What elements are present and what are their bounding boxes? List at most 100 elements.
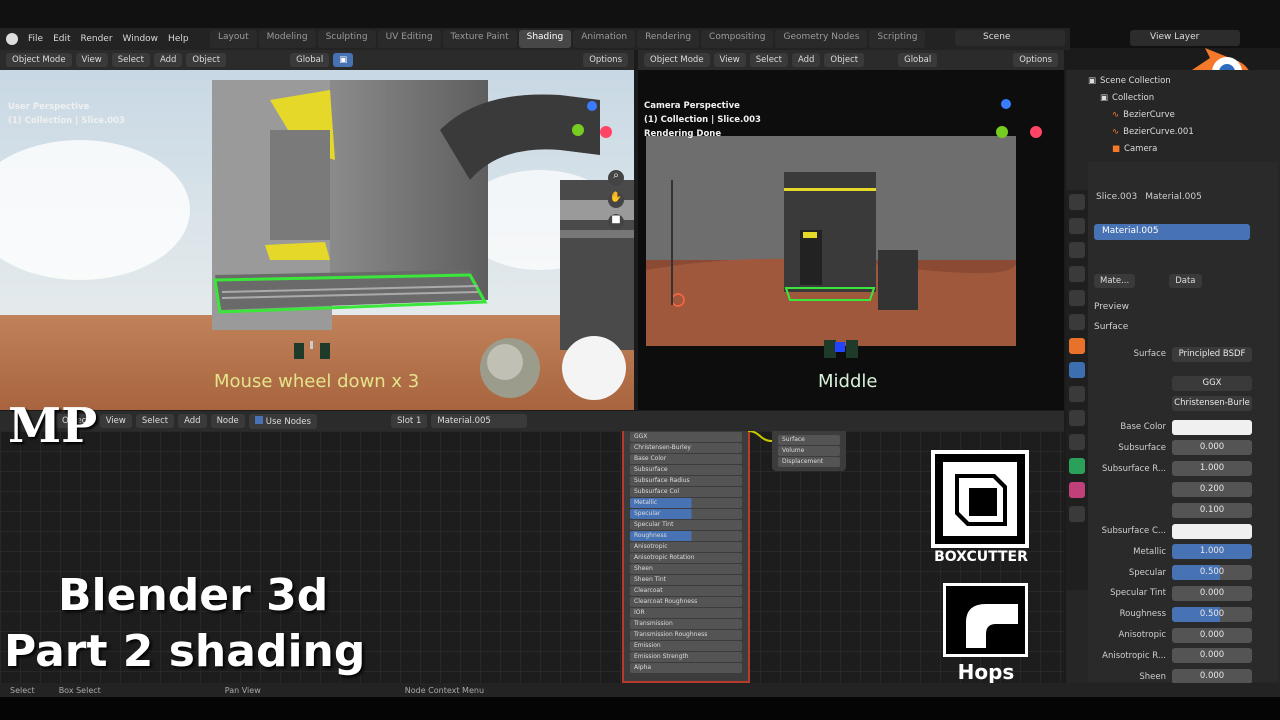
bsdf-socket-row[interactable]: Subsurface <box>630 465 742 475</box>
outliner-item[interactable]: ■ Camera <box>1088 140 1278 157</box>
property-value-field[interactable]: 0.500 <box>1172 565 1252 581</box>
menu-file[interactable]: File <box>28 34 43 44</box>
tab-scripting[interactable]: Scripting <box>869 30 926 48</box>
property-value-field[interactable] <box>1172 419 1252 435</box>
tab-shading[interactable]: Shading <box>518 30 572 48</box>
surface-shader-field[interactable]: Principled BSDF <box>1172 346 1252 362</box>
bsdf-socket-row[interactable]: Subsurface Col <box>630 487 742 497</box>
outliner-item[interactable]: ∿ BezierCurve.001 <box>1088 123 1278 140</box>
subsurface-method-dropdown[interactable]: Christensen-Burle <box>1172 395 1252 411</box>
scene-selector[interactable]: Scene <box>955 30 1065 46</box>
use-nodes-checkbox[interactable]: Use Nodes <box>248 413 317 429</box>
outliner-collection[interactable]: ▣ Collection <box>1088 89 1278 106</box>
tab-sculpting[interactable]: Sculpting <box>317 30 376 48</box>
constraints-tab-icon[interactable] <box>1069 434 1085 450</box>
property-value-field[interactable]: 0.000 <box>1172 440 1252 456</box>
orientation-dropdown[interactable]: Global <box>898 53 938 67</box>
tab-layout[interactable]: Layout <box>210 30 257 48</box>
options-dropdown[interactable]: Options <box>1013 53 1058 67</box>
bsdf-socket-row[interactable]: Specular Tint <box>630 520 742 530</box>
select-tool-icon[interactable]: ▣ <box>333 53 354 67</box>
bsdf-socket-row[interactable]: Subsurface Radius <box>630 476 742 486</box>
bsdf-socket-row[interactable]: Christensen-Burley <box>630 443 742 453</box>
bsdf-socket-row[interactable]: Sheen <box>630 564 742 574</box>
camera-icon[interactable]: ■ <box>608 214 624 230</box>
bsdf-socket-row[interactable]: IOR <box>630 608 742 618</box>
property-value-field[interactable]: 1.000 <box>1172 544 1252 560</box>
bsdf-socket-row[interactable]: Transmission Roughness <box>630 630 742 640</box>
pan-hand-icon[interactable]: ✋ <box>608 192 624 208</box>
bsdf-socket-row[interactable]: Metallic <box>630 498 742 508</box>
output-socket-volume[interactable]: Volume <box>778 446 840 456</box>
property-value-field[interactable]: 0.000 <box>1172 648 1252 664</box>
material-output-node[interactable]: Surface Volume Displacement <box>772 431 846 471</box>
principled-bsdf-node[interactable]: GGX Christensen-Burley Base Color Subsurfac… <box>622 431 750 683</box>
context-material[interactable]: Material.005 <box>1145 192 1202 202</box>
bsdf-socket-row[interactable]: Emission Strength <box>630 652 742 662</box>
particles-tab-icon[interactable] <box>1069 386 1085 402</box>
viewport-right[interactable]: Camera Perspective (1) Collection | Slic… <box>638 70 1064 410</box>
bsdf-socket-row[interactable]: Base Color <box>630 454 742 464</box>
bsdf-socket-row[interactable]: GGX <box>630 432 742 442</box>
bsdf-socket-row[interactable]: Anisotropic <box>630 542 742 552</box>
material-name-field[interactable]: Mate... <box>1094 274 1136 288</box>
modifier-tab-icon[interactable] <box>1069 362 1085 378</box>
bsdf-socket-row[interactable]: Alpha <box>630 663 742 673</box>
context-object[interactable]: Slice.003 <box>1096 192 1137 202</box>
outliner-scene-collection[interactable]: ▣ Scene Collection <box>1088 72 1278 89</box>
menu-render[interactable]: Render <box>81 34 113 44</box>
add-menu[interactable]: Add <box>153 53 183 67</box>
tab-uv-editing[interactable]: UV Editing <box>377 30 441 48</box>
view-menu[interactable]: View <box>75 53 108 67</box>
add-menu[interactable]: Add <box>791 53 821 67</box>
select-menu[interactable]: Select <box>111 53 150 67</box>
preview-panel[interactable]: Preview <box>1094 302 1129 312</box>
tab-compositing[interactable]: Compositing <box>701 30 774 48</box>
texture-tab-icon[interactable] <box>1069 506 1085 522</box>
output-tab-icon[interactable] <box>1069 242 1085 258</box>
scene-tab-icon[interactable] <box>1069 290 1085 306</box>
bsdf-socket-row[interactable]: Anisotropic Rotation <box>630 553 742 563</box>
property-value-field[interactable]: 0.000 <box>1172 627 1252 643</box>
output-socket-displacement[interactable]: Displacement <box>778 457 840 467</box>
property-value-field[interactable]: 1.000 <box>1172 461 1252 477</box>
render-tab-icon[interactable] <box>1069 218 1085 234</box>
slot-dropdown[interactable]: Slot 1 <box>390 414 428 428</box>
tab-animation[interactable]: Animation <box>573 30 636 48</box>
view-layer-tab-icon[interactable] <box>1069 266 1085 282</box>
property-value-field[interactable]: 0.000 <box>1172 669 1252 685</box>
tab-texture-paint[interactable]: Texture Paint <box>442 30 517 48</box>
object-menu[interactable]: Object <box>186 53 227 67</box>
select-menu[interactable]: Select <box>135 414 175 428</box>
material-tab-icon[interactable] <box>1069 482 1085 498</box>
property-value-field[interactable] <box>1172 523 1252 539</box>
bsdf-socket-row[interactable]: Specular <box>630 509 742 519</box>
orientation-dropdown[interactable]: Global <box>290 53 330 67</box>
bsdf-socket-row[interactable]: Sheen Tint <box>630 575 742 585</box>
output-socket-surface[interactable]: Surface <box>778 435 840 445</box>
tab-modeling[interactable]: Modeling <box>258 30 316 48</box>
bsdf-socket-row[interactable]: Transmission <box>630 619 742 629</box>
options-dropdown[interactable]: Options <box>583 53 628 67</box>
blender-logo-icon[interactable] <box>6 33 18 45</box>
tool-tab-icon[interactable] <box>1069 194 1085 210</box>
link-dropdown[interactable]: Data <box>1169 274 1202 288</box>
distribution-dropdown[interactable]: GGX <box>1172 375 1252 391</box>
physics-tab-icon[interactable] <box>1069 410 1085 426</box>
outliner-item[interactable]: ∿ BezierCurve <box>1088 106 1278 123</box>
bsdf-socket-row[interactable]: Clearcoat Roughness <box>630 597 742 607</box>
menu-help[interactable]: Help <box>168 34 189 44</box>
tab-rendering[interactable]: Rendering <box>637 30 700 48</box>
material-slot[interactable]: Material.005 <box>1094 224 1250 240</box>
menu-window[interactable]: Window <box>123 34 159 44</box>
zoom-icon[interactable]: ⌕ <box>608 170 624 186</box>
select-menu[interactable]: Select <box>749 53 788 67</box>
tab-geometry-nodes[interactable]: Geometry Nodes <box>775 30 868 48</box>
node-menu[interactable]: Node <box>210 414 245 428</box>
property-value-field[interactable]: 0.100 <box>1172 502 1252 518</box>
object-mode-dropdown[interactable]: Object Mode <box>6 53 72 67</box>
bsdf-socket-row[interactable]: Clearcoat <box>630 586 742 596</box>
property-value-field[interactable]: 0.000 <box>1172 585 1252 601</box>
add-menu[interactable]: Add <box>178 414 207 428</box>
view-menu[interactable]: View <box>99 414 132 428</box>
